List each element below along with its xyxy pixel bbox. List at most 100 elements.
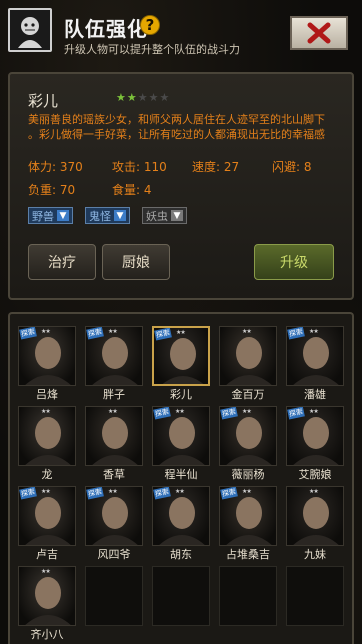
tag-ghost-label: 鬼怪 <box>89 209 111 223</box>
face-silhouette <box>226 337 272 385</box>
empty-portrait <box>286 566 344 626</box>
roster-member[interactable]: 探索 ★★ 艾腕娘 <box>286 406 344 482</box>
stat-dodge: 闪避: 8 <box>272 160 312 174</box>
member-stars: ★★ <box>41 568 51 575</box>
portrait: 探索 ★★ <box>219 486 277 546</box>
roster-member[interactable]: ★★ 龙 <box>18 406 76 482</box>
upgrade-button[interactable]: 升级 <box>254 244 334 280</box>
roster-member[interactable]: 探索 ★★ 潘雄 <box>286 326 344 402</box>
empty-slot[interactable] <box>219 566 277 642</box>
roster-member[interactable]: ★★ 香草 <box>85 406 143 482</box>
stat-attack: 攻击: 110 <box>112 160 167 174</box>
member-stars: ★★ <box>309 328 319 335</box>
empty-slot[interactable] <box>152 566 210 642</box>
heal-button[interactable]: 治疗 <box>28 244 96 280</box>
member-stars: ★★ <box>175 408 185 415</box>
member-name: 占堆桑吉 <box>226 548 270 561</box>
character-detail-panel: 彩儿 ★ ★ ★ ★ ★ 美丽善良的瑶族少女，和师父两人居住在人迹罕至的北山脚下 。彩儿… <box>8 72 354 300</box>
roster-member[interactable]: 探索 ★★ 占堆桑吉 <box>219 486 277 562</box>
member-stars: ★★ <box>108 408 118 415</box>
member-stars: ★★ <box>176 329 186 336</box>
member-name: 胡东 <box>170 548 192 561</box>
description-line-2: 。彩儿做得一手好菜，让所有吃过的人都涌现出无比的幸福感 <box>28 128 325 141</box>
portrait: 探索 ★★ <box>85 326 143 386</box>
member-name: 艾腕娘 <box>298 468 332 481</box>
star-icon: ★ <box>116 91 126 104</box>
stat-load: 负重: 70 <box>28 183 76 197</box>
member-stars: ★★ <box>242 408 252 415</box>
tag-beast[interactable]: 野兽 ▼ <box>28 207 73 224</box>
character-description: 美丽善良的瑶族少女，和师父两人居住在人迹罕至的北山脚下 。彩儿做得一手好菜，让所… <box>28 112 346 142</box>
header: 队伍强化 ? 升级人物可以提升整个队伍的战斗力 <box>0 0 362 66</box>
tag-insect-label: 妖虫 <box>146 209 168 223</box>
member-name: 风四爷 <box>97 548 131 561</box>
portrait: ★★ <box>219 326 277 386</box>
member-name: 九妹 <box>304 548 326 561</box>
star-icon: ★ <box>126 91 137 104</box>
tag-ghost[interactable]: 鬼怪 ▼ <box>85 207 130 224</box>
character-stars: ★ ★ ★ ★ ★ <box>116 92 169 103</box>
roster-member[interactable]: ★★ 齐小八 <box>18 566 76 642</box>
arrow-down-icon: ▼ <box>57 210 69 221</box>
portrait: 探索 ★★ <box>152 486 210 546</box>
roster-member[interactable]: ★★ 九妹 <box>286 486 344 562</box>
help-icon[interactable]: ? <box>140 15 160 35</box>
face-silhouette <box>92 417 138 465</box>
star-icon: ★ <box>159 91 170 104</box>
stat-hp: 体力: 370 <box>28 160 83 174</box>
page-title: 队伍强化 <box>64 17 148 41</box>
close-button[interactable] <box>290 16 348 50</box>
roster-member[interactable]: 探索 ★★ 吕烽 <box>18 326 76 402</box>
arrow-down-icon: ▼ <box>171 210 183 221</box>
resistance-tags: 野兽 ▼ 鬼怪 ▼ 妖虫 ▼ <box>28 207 187 224</box>
arrow-down-icon: ▼ <box>114 210 126 221</box>
member-stars: ★★ <box>242 488 252 495</box>
portrait: 探索 ★★ <box>18 326 76 386</box>
roster-member[interactable]: ★★ 金百万 <box>219 326 277 402</box>
tag-insect[interactable]: 妖虫 ▼ <box>142 207 187 224</box>
portrait: ★★ <box>18 406 76 466</box>
member-name: 香草 <box>103 468 125 481</box>
page-subtitle: 升级人物可以提升整个队伍的战斗力 <box>64 43 240 56</box>
member-stars: ★★ <box>108 488 118 495</box>
empty-portrait <box>85 566 143 626</box>
zombie-head-icon <box>18 17 42 48</box>
member-stars: ★★ <box>41 488 51 495</box>
portrait: 探索 ★★ <box>85 486 143 546</box>
empty-portrait <box>152 566 210 626</box>
roster-grid: 探索 ★★ 吕烽 探索 ★★ 胖子 探索 ★★ 彩儿 ★★ 金百万 探索 ★★ 潘雄 ★★ 龙 ★★ 香草 探索 ★★… <box>8 312 354 644</box>
face-silhouette <box>25 417 71 465</box>
stat-speed: 速度: 27 <box>192 160 240 174</box>
portrait: 探索 ★★ <box>18 486 76 546</box>
roster-member[interactable]: 探索 ★★ 彩儿 <box>152 326 210 402</box>
roster-member[interactable]: 探索 ★★ 薇丽杨 <box>219 406 277 482</box>
member-stars: ★★ <box>41 408 51 415</box>
roster-member[interactable]: 探索 ★★ 程半仙 <box>152 406 210 482</box>
portrait: 探索 ★★ <box>152 326 210 386</box>
star-icon: ★ <box>137 91 148 104</box>
face-silhouette <box>25 577 71 625</box>
roster-member[interactable]: 探索 ★★ 胡东 <box>152 486 210 562</box>
member-name: 薇丽杨 <box>231 468 265 481</box>
stat-food: 食量: 4 <box>112 183 152 197</box>
roster-member[interactable]: 探索 ★★ 卢吉 <box>18 486 76 562</box>
portrait: ★★ <box>286 486 344 546</box>
member-name: 程半仙 <box>164 468 198 481</box>
tag-beast-label: 野兽 <box>32 209 54 223</box>
portrait: ★★ <box>85 406 143 466</box>
empty-slot[interactable] <box>85 566 143 642</box>
member-stars: ★★ <box>175 488 185 495</box>
empty-slot[interactable] <box>286 566 344 642</box>
portrait: 探索 ★★ <box>219 406 277 466</box>
portrait: ★★ <box>18 566 76 626</box>
member-stars: ★★ <box>309 488 319 495</box>
member-name: 胖子 <box>103 388 125 401</box>
member-name: 龙 <box>41 468 53 481</box>
portrait: 探索 ★★ <box>286 326 344 386</box>
cook-button[interactable]: 厨娘 <box>102 244 170 280</box>
avatar[interactable] <box>8 8 52 52</box>
roster-member[interactable]: 探索 ★★ 胖子 <box>85 326 143 402</box>
member-stars: ★★ <box>41 328 51 335</box>
member-name: 金百万 <box>231 388 265 401</box>
roster-member[interactable]: 探索 ★★ 风四爷 <box>85 486 143 562</box>
